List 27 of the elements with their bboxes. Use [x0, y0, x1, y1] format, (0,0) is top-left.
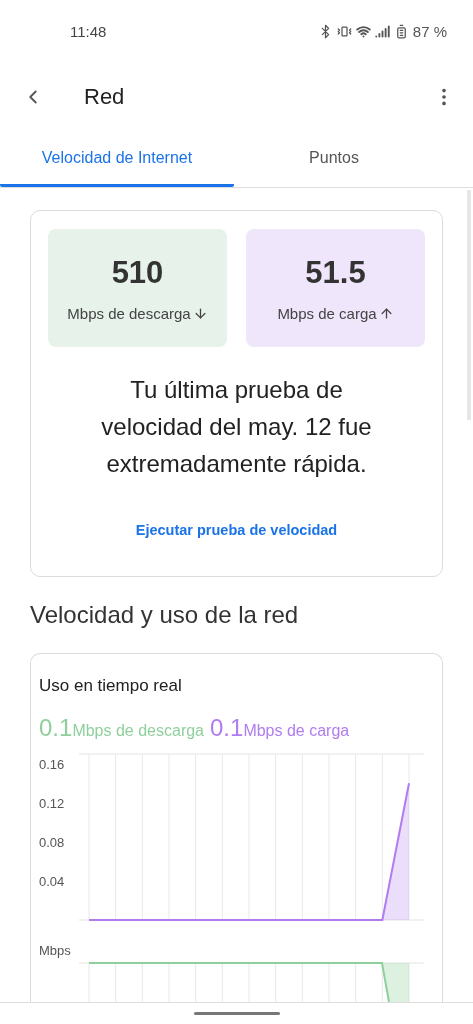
signal-icon [374, 23, 390, 39]
speed-value: 510 [111, 254, 164, 291]
status-time: 11:48 [70, 22, 108, 40]
run-speed-test-link[interactable]: Ejecutar prueba de velocidad [48, 522, 425, 538]
upload-value: 0.1 [210, 714, 244, 742]
speed-label: Mbps de descarga [67, 304, 191, 322]
wifi-icon [355, 23, 371, 39]
upload-legend-label: Mbps de carga [243, 722, 350, 740]
download-legend-label: Mbps de descarga [72, 722, 204, 740]
speed-label: Mbps de carga [277, 304, 377, 322]
section-title: Velocidad y uso de la red [30, 601, 300, 629]
tab[interactable]: Velocidad de Internet [0, 132, 234, 187]
home-handle[interactable] [193, 1012, 280, 1015]
arrow-down-icon [192, 305, 208, 321]
page-title: Red [84, 84, 126, 110]
card-title: Uso en tiempo real [39, 676, 183, 696]
axis-tick-label: 0.16 [39, 756, 65, 772]
axis-tick-label: 0.04 [39, 873, 65, 889]
battery-percentage: 87 % [412, 22, 447, 40]
tab[interactable]: Puntos [234, 132, 434, 187]
axis-unit-label: Mbps [39, 943, 71, 958]
speed-value: 51.5 [305, 254, 366, 291]
vibrate-icon [336, 23, 352, 39]
speed-summary: Tu última prueba de velocidad del may. 12 fue extremadamente rápida. [100, 375, 373, 479]
axis-tick-label: 0.12 [39, 795, 65, 811]
axis-tick-label: 0.08 [39, 834, 65, 850]
download-value: 0.1 [39, 714, 73, 742]
